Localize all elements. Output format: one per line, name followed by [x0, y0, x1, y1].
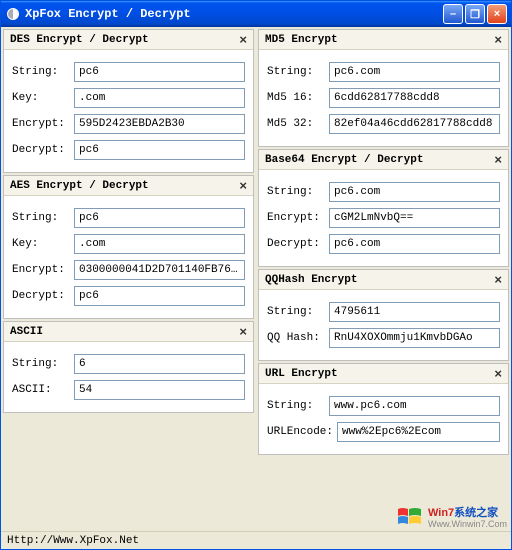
- close-button[interactable]: ×: [487, 4, 507, 24]
- right-column: MD5 Encrypt × String: Md5 16: Md5 32: Ba…: [256, 27, 511, 531]
- label-md516: Md5 16:: [267, 92, 329, 104]
- left-column: DES Encrypt / Decrypt × String: Key: Enc…: [1, 27, 256, 531]
- url-encode-input[interactable]: [337, 422, 500, 442]
- label-string: String:: [12, 212, 74, 224]
- label-qqhash: QQ Hash:: [267, 332, 329, 344]
- panel-title: AES Encrypt / Decrypt: [10, 180, 239, 192]
- titlebar[interactable]: XpFox Encrypt / Decrypt – ❐ ×: [1, 1, 511, 27]
- label-encrypt: Encrypt:: [267, 212, 329, 224]
- panel-aes: AES Encrypt / Decrypt × String: Key: Enc…: [3, 175, 254, 319]
- panel-close-icon[interactable]: ×: [494, 366, 502, 381]
- label-string: String:: [267, 400, 329, 412]
- panel-close-icon[interactable]: ×: [494, 272, 502, 287]
- panel-header-md5: MD5 Encrypt ×: [259, 30, 508, 50]
- panel-header-des: DES Encrypt / Decrypt ×: [4, 30, 253, 50]
- des-encrypt-input[interactable]: [74, 114, 245, 134]
- aes-decrypt-input[interactable]: [74, 286, 245, 306]
- label-string: String:: [267, 66, 329, 78]
- aes-string-input[interactable]: [74, 208, 245, 228]
- aes-key-input[interactable]: [74, 234, 245, 254]
- md5-16-input[interactable]: [329, 88, 500, 108]
- panel-title: DES Encrypt / Decrypt: [10, 34, 239, 46]
- md5-32-input[interactable]: [329, 114, 500, 134]
- statusbar: Http://Www.XpFox.Net: [1, 531, 511, 549]
- window-title: XpFox Encrypt / Decrypt: [25, 7, 443, 21]
- app-window: XpFox Encrypt / Decrypt – ❐ × DES Encryp…: [0, 0, 512, 550]
- label-string: String:: [267, 306, 329, 318]
- panel-header-aes: AES Encrypt / Decrypt ×: [4, 176, 253, 196]
- label-string: String:: [267, 186, 329, 198]
- panel-title: URL Encrypt: [265, 368, 494, 380]
- qqhash-value-input[interactable]: [329, 328, 500, 348]
- panel-header-base64: Base64 Encrypt / Decrypt ×: [259, 150, 508, 170]
- footer-url: Http://Www.XpFox.Net: [7, 535, 139, 547]
- panel-title: ASCII: [10, 326, 239, 338]
- base64-encrypt-input[interactable]: [329, 208, 500, 228]
- aes-encrypt-input[interactable]: [74, 260, 245, 280]
- panel-title: Base64 Encrypt / Decrypt: [265, 154, 494, 166]
- label-ascii: ASCII:: [12, 384, 74, 396]
- panel-md5: MD5 Encrypt × String: Md5 16: Md5 32:: [258, 29, 509, 147]
- label-string: String:: [12, 66, 74, 78]
- des-string-input[interactable]: [74, 62, 245, 82]
- label-key: Key:: [12, 238, 74, 250]
- des-key-input[interactable]: [74, 88, 245, 108]
- label-key: Key:: [12, 92, 74, 104]
- md5-string-input[interactable]: [329, 62, 500, 82]
- label-decrypt: Decrypt:: [12, 290, 74, 302]
- label-encrypt: Encrypt:: [12, 118, 74, 130]
- panel-url: URL Encrypt × String: URLEncode:: [258, 363, 509, 455]
- label-md532: Md5 32:: [267, 118, 329, 130]
- panel-qqhash: QQHash Encrypt × String: QQ Hash:: [258, 269, 509, 361]
- panel-des: DES Encrypt / Decrypt × String: Key: Enc…: [3, 29, 254, 173]
- label-urlencode: URLEncode:: [267, 426, 337, 438]
- panel-title: QQHash Encrypt: [265, 274, 494, 286]
- maximize-button[interactable]: ❐: [465, 4, 485, 24]
- client-area: DES Encrypt / Decrypt × String: Key: Enc…: [1, 27, 511, 531]
- panel-ascii: ASCII × String: ASCII:: [3, 321, 254, 413]
- panel-close-icon[interactable]: ×: [494, 152, 502, 167]
- qqhash-string-input[interactable]: [329, 302, 500, 322]
- label-encrypt: Encrypt:: [12, 264, 74, 276]
- panel-close-icon[interactable]: ×: [239, 32, 247, 47]
- panel-base64: Base64 Encrypt / Decrypt × String: Encry…: [258, 149, 509, 267]
- panel-close-icon[interactable]: ×: [239, 178, 247, 193]
- panel-close-icon[interactable]: ×: [494, 32, 502, 47]
- app-icon: [5, 6, 21, 22]
- base64-decrypt-input[interactable]: [329, 234, 500, 254]
- label-decrypt: Decrypt:: [267, 238, 329, 250]
- url-string-input[interactable]: [329, 396, 500, 416]
- panel-header-qqhash: QQHash Encrypt ×: [259, 270, 508, 290]
- window-controls: – ❐ ×: [443, 4, 507, 24]
- panel-header-url: URL Encrypt ×: [259, 364, 508, 384]
- panel-close-icon[interactable]: ×: [239, 324, 247, 339]
- panel-header-ascii: ASCII ×: [4, 322, 253, 342]
- des-decrypt-input[interactable]: [74, 140, 245, 160]
- panel-title: MD5 Encrypt: [265, 34, 494, 46]
- ascii-string-input[interactable]: [74, 354, 245, 374]
- label-string: String:: [12, 358, 74, 370]
- minimize-button[interactable]: –: [443, 4, 463, 24]
- base64-string-input[interactable]: [329, 182, 500, 202]
- ascii-value-input[interactable]: [74, 380, 245, 400]
- label-decrypt: Decrypt:: [12, 144, 74, 156]
